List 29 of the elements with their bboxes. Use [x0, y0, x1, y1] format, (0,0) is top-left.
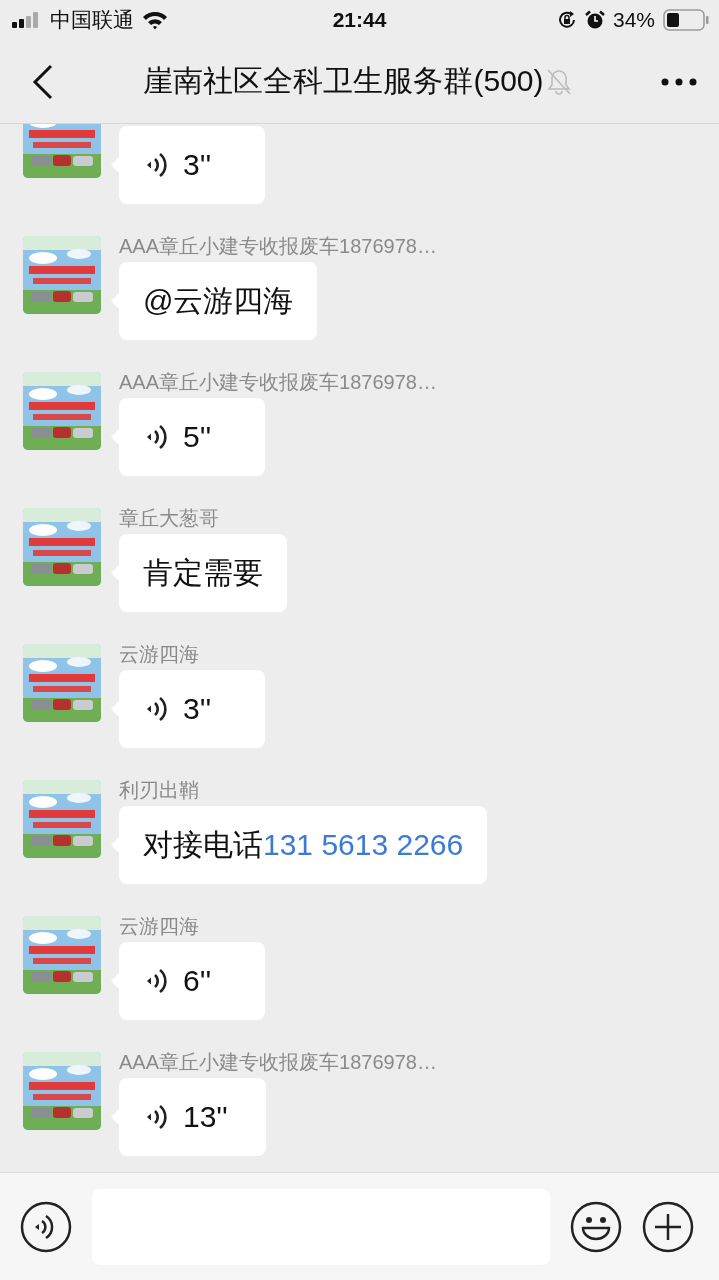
sender-name: AAA章丘小建专收报废车1876978…: [119, 236, 437, 259]
more-icon[interactable]: [661, 77, 697, 86]
voice-wave-icon: [145, 1102, 167, 1132]
message-text: @云游四海: [143, 282, 294, 319]
voice-input-icon[interactable]: [20, 1200, 72, 1253]
battery-icon: [663, 9, 709, 31]
rotation-lock-icon: [556, 10, 577, 30]
carrier-name: 中国联通: [50, 7, 134, 33]
wifi-icon: [142, 10, 168, 30]
message-text: 肯定需要: [143, 554, 263, 591]
phone-link[interactable]: 131 5613 2266: [263, 828, 464, 862]
sender-name: AAA章丘小建专收报废车1876978…: [119, 1052, 437, 1075]
sender-name: 云游四海: [119, 644, 199, 667]
sender-name: 利刃出鞘: [119, 780, 199, 803]
voice-wave-icon: [145, 422, 167, 452]
clock-time: 21:44: [332, 8, 387, 32]
sender-name: 章丘大葱哥: [119, 508, 219, 531]
battery-percent: 34%: [612, 8, 655, 32]
sender-name: AAA章丘小建专收报废车1876978…: [119, 372, 437, 395]
emoji-icon[interactable]: [570, 1200, 622, 1253]
voice-wave-icon: [145, 694, 167, 724]
message-text: 对接电话: [143, 826, 263, 863]
back-icon[interactable]: [32, 63, 54, 100]
sender-name: 云游四海: [119, 916, 199, 939]
voice-wave-icon: [145, 966, 167, 996]
chat-title: 崖南社区全科卫生服务群(500): [143, 63, 544, 99]
add-icon[interactable]: [642, 1200, 694, 1253]
voice-wave-icon: [145, 150, 167, 180]
alarm-icon: [584, 10, 605, 30]
